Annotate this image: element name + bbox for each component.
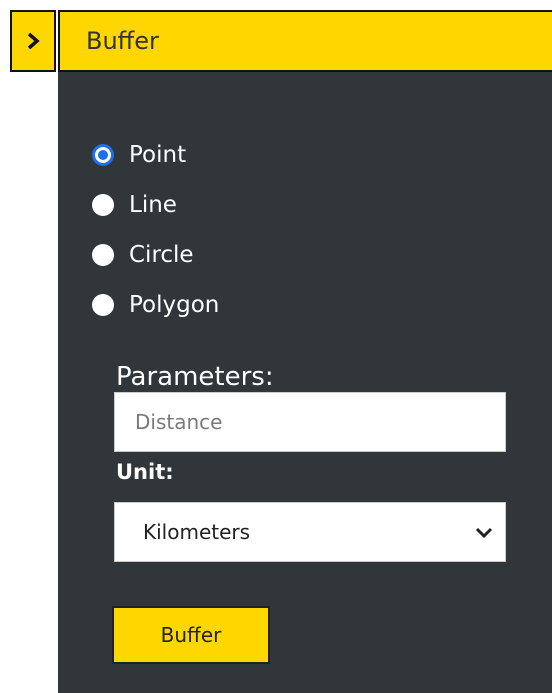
- parameters-heading: Parameters:: [116, 362, 274, 392]
- radio-label-point: Point: [129, 142, 187, 168]
- radio-button-line[interactable]: [92, 194, 114, 216]
- unit-label: Unit:: [116, 460, 174, 484]
- chevron-right-icon: [27, 32, 40, 50]
- radio-option-circle[interactable]: Circle: [92, 230, 219, 280]
- radio-label-line: Line: [129, 192, 177, 218]
- buffer-button[interactable]: Buffer: [112, 606, 270, 664]
- panel-header: Buffer: [58, 10, 552, 72]
- distance-input[interactable]: [114, 392, 506, 452]
- geometry-radio-group: Point Line Circle Polygon: [92, 130, 219, 330]
- radio-option-polygon[interactable]: Polygon: [92, 280, 219, 330]
- radio-option-point[interactable]: Point: [92, 130, 219, 180]
- unit-select[interactable]: Kilometers: [114, 502, 506, 562]
- radio-button-point[interactable]: [92, 144, 114, 166]
- radio-label-polygon: Polygon: [129, 292, 220, 318]
- radio-label-circle: Circle: [129, 242, 194, 268]
- buffer-panel: Point Line Circle Polygon Parameters: Un…: [58, 72, 552, 693]
- radio-button-circle[interactable]: [92, 244, 114, 266]
- panel-toggle-button[interactable]: [10, 10, 56, 72]
- panel-title: Buffer: [86, 27, 159, 55]
- chevron-down-icon: [475, 527, 493, 538]
- unit-selected-value: Kilometers: [143, 520, 251, 544]
- radio-option-line[interactable]: Line: [92, 180, 219, 230]
- radio-button-polygon[interactable]: [92, 294, 114, 316]
